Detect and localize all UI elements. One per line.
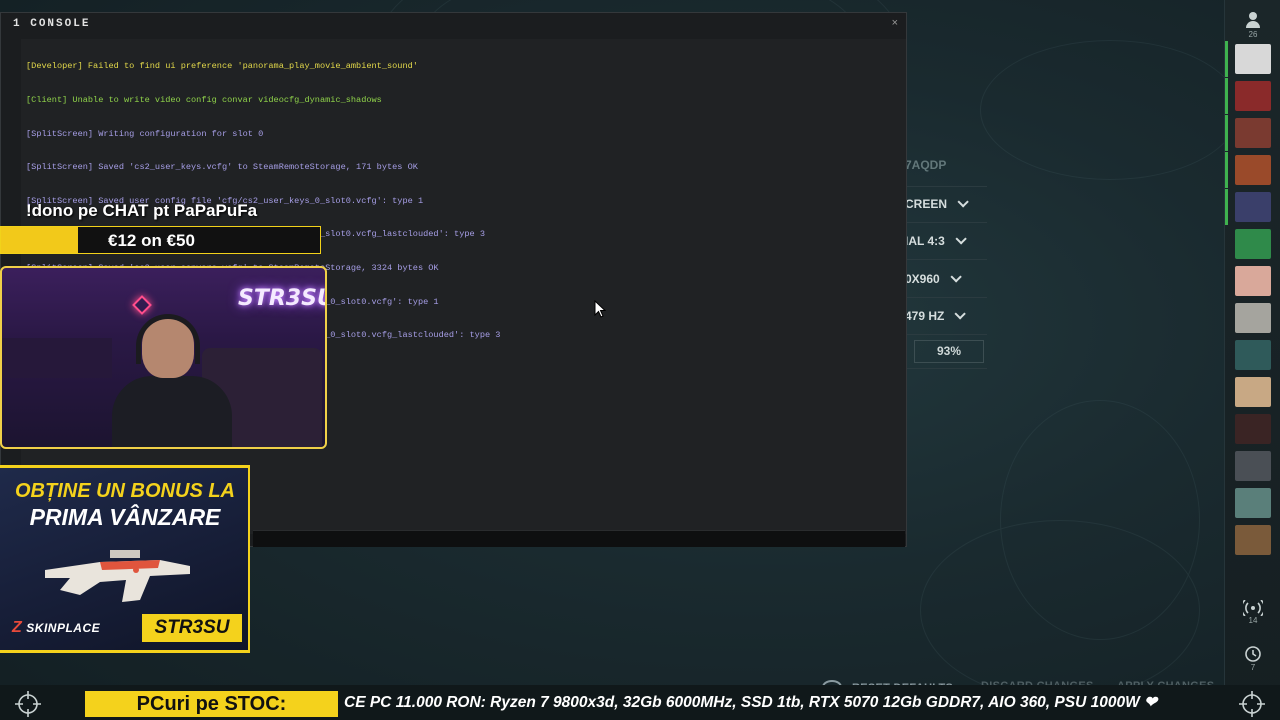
aspect-ratio-value: IAL 4:3 (905, 234, 945, 248)
friend-avatar[interactable] (1225, 152, 1271, 188)
friends-button[interactable]: 26 (1225, 8, 1280, 39)
friends-sidebar: 26 14 7 (1224, 0, 1280, 720)
log-line: [Client] Unable to write video config co… (26, 95, 382, 106)
resolution-dropdown[interactable]: 0X960 (905, 266, 987, 292)
ticker-label: PCuri pe STOC: (85, 691, 338, 717)
goal-progress-fill (1, 227, 78, 253)
console-title-bar[interactable]: 1 CONSOLE (1, 13, 906, 35)
promo-brand: Z SKINPLACE (12, 619, 100, 637)
friends-count: 26 (1248, 30, 1258, 39)
settings-divider (905, 297, 987, 298)
friend-avatar[interactable] (1225, 189, 1271, 225)
chevron-down-icon (957, 196, 969, 208)
brightness-input[interactable]: 93% (914, 340, 984, 363)
history-button[interactable]: 7 (1225, 645, 1280, 672)
neon-diamond-icon (132, 295, 152, 315)
crosshair-icon (15, 691, 41, 717)
friend-avatar[interactable] (1235, 229, 1271, 259)
settings-divider (905, 222, 987, 223)
skinplace-logo-icon: Z (12, 619, 23, 636)
console-title: CONSOLE (30, 18, 91, 30)
promo-subheadline: PRIMA VÂNZARE (29, 504, 221, 530)
history-icon (1245, 646, 1261, 662)
chevron-down-icon (955, 233, 967, 245)
settings-divider (905, 368, 987, 369)
broadcast-icon (1243, 600, 1263, 616)
friend-avatar[interactable] (1235, 340, 1271, 370)
crosshair-icon (1239, 691, 1265, 717)
rifle-icon (45, 550, 190, 602)
console-title-prefix: 1 (13, 18, 22, 30)
close-icon[interactable]: × (892, 17, 898, 29)
settings-divider (905, 334, 987, 335)
promo-code: STR3SU (142, 614, 242, 642)
friend-avatar[interactable] (1235, 414, 1271, 444)
streamer-body (112, 376, 232, 447)
neon-sign: STR3SU (238, 286, 327, 311)
friend-avatar[interactable] (1235, 266, 1271, 296)
log-line: [SplitScreen] Writing configuration for … (26, 128, 264, 139)
friends-list (1225, 41, 1280, 562)
friend-avatar[interactable] (1225, 78, 1271, 114)
broadcast-count: 14 (1248, 616, 1258, 625)
webcam-feed: STR3SU (0, 266, 327, 449)
donation-prompt: !dono pe CHAT pt PaPaPuFa (26, 201, 258, 220)
settings-title: 7AQDP (905, 158, 947, 172)
friends-icon (1246, 12, 1260, 28)
display-mode-value: CREEN (905, 197, 948, 211)
promo-headline: OBȚINE UN BONUS LA (15, 480, 235, 502)
friend-avatar[interactable] (1235, 525, 1271, 555)
friend-avatar[interactable] (1235, 488, 1271, 518)
settings-divider (905, 259, 987, 260)
aspect-ratio-dropdown[interactable]: IAL 4:3 (905, 228, 987, 254)
console-command-input[interactable] (253, 530, 905, 547)
donation-goal-bar: €12 on €50 (0, 226, 321, 254)
goal-text: €12 on €50 (108, 231, 195, 250)
sponsor-banner: OBȚINE UN BONUS LA PRIMA VÂNZARE Z SKINPL… (0, 465, 250, 653)
headset-icon (136, 314, 200, 364)
friend-avatar[interactable] (1235, 451, 1271, 481)
refresh-rate-dropdown[interactable]: 479 HZ (905, 303, 987, 329)
history-count: 7 (1250, 663, 1256, 672)
settings-divider (905, 186, 987, 187)
log-line: [Developer] Failed to find ui preference… (26, 61, 418, 72)
refresh-rate-value: 479 HZ (905, 309, 945, 323)
broadcast-button[interactable]: 14 (1225, 600, 1280, 625)
friend-avatar[interactable] (1235, 377, 1271, 407)
ticker-text: CE PC 11.000 RON: Ryzen 7 9800x3d, 32Gb … (344, 694, 1158, 711)
resolution-value: 0X960 (905, 272, 940, 286)
friend-avatar[interactable] (1225, 41, 1271, 77)
display-mode-dropdown[interactable]: CREEN (905, 191, 987, 217)
friend-avatar[interactable] (1235, 303, 1271, 333)
friend-avatar[interactable] (1225, 115, 1271, 151)
log-line: [SplitScreen] Saved 'cs2_user_keys.vcfg'… (26, 162, 418, 173)
shelf (2, 338, 112, 378)
mouse-cursor-icon (594, 300, 606, 318)
promo-brand-text: SKINPLACE (26, 621, 101, 635)
chevron-down-icon (954, 308, 967, 320)
streamer (112, 314, 232, 447)
chevron-down-icon (950, 271, 962, 283)
